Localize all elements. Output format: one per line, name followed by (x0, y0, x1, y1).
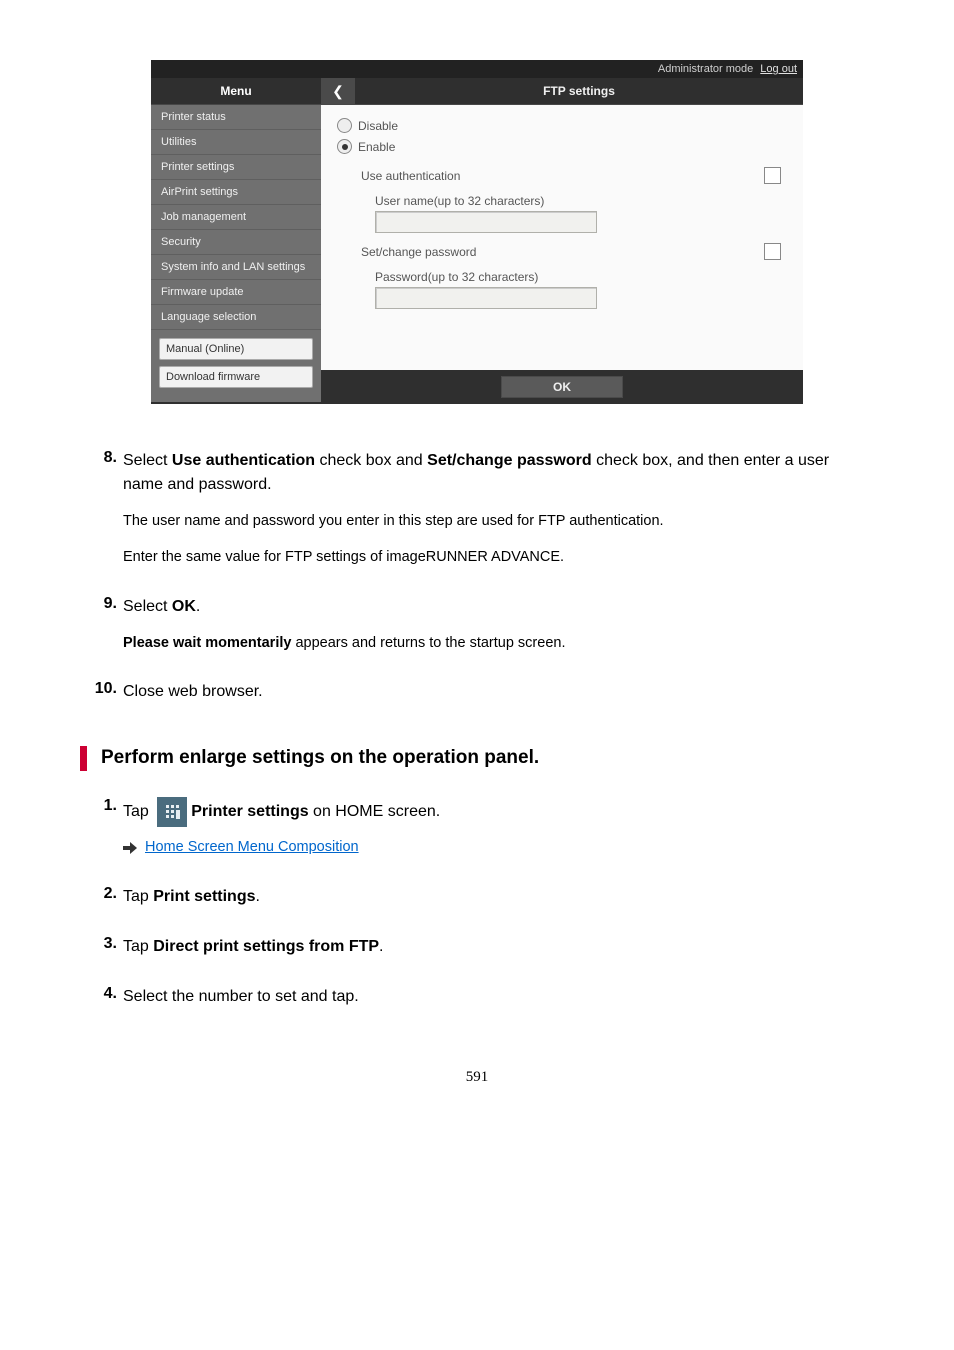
radio-icon (337, 118, 352, 133)
set-change-password-checkbox[interactable] (764, 243, 781, 260)
step-text: Tap Print settings. (123, 885, 869, 909)
step-number: 10. (85, 680, 123, 704)
step-text: Select Use authentication check box and … (123, 452, 829, 493)
remote-ui-screenshot: Administrator mode Log out Menu Printer … (151, 60, 803, 404)
radio-disable[interactable]: Disable (337, 115, 787, 136)
step-8: 8. Select Use authentication check box a… (85, 449, 869, 569)
arrow-icon (123, 842, 137, 854)
step-text: Select the number to set and tap. (123, 985, 869, 1009)
step-text: Close web browser. (123, 680, 869, 704)
radio-label-disable: Disable (358, 119, 398, 133)
section2-step-2: 2. Tap Print settings. (85, 885, 869, 909)
step-subtext-1: The user name and password you enter in … (123, 511, 869, 533)
mode-bar: Administrator mode Log out (151, 60, 803, 78)
step-number: 3. (85, 935, 123, 959)
logout-link[interactable]: Log out (760, 63, 797, 75)
sidebar-item-printer-settings[interactable]: Printer settings (151, 155, 321, 180)
sidebar-header: Menu (151, 78, 321, 105)
section2-step-3: 3. Tap Direct print settings from FTP. (85, 935, 869, 959)
set-change-password-label: Set/change password (361, 245, 476, 259)
user-name-input[interactable] (375, 211, 597, 233)
step-9: 9. Select OK. Please wait momentarily ap… (85, 595, 869, 655)
step-subtext: Please wait momentarily appears and retu… (123, 633, 869, 655)
step-number: 8. (85, 449, 123, 569)
panel-title: FTP settings (355, 78, 803, 105)
step-number: 2. (85, 885, 123, 909)
home-screen-link[interactable]: Home Screen Menu Composition (145, 837, 359, 859)
sidebar-item-printer-status[interactable]: Printer status (151, 105, 321, 130)
printer-settings-icon (157, 797, 187, 827)
step-text: Select OK. (123, 598, 200, 615)
sidebar-item-system-info[interactable]: System info and LAN settings (151, 255, 321, 280)
step-number: 9. (85, 595, 123, 655)
step-number: 1. (85, 797, 123, 859)
section2-step-1: 1. Tap Printer settings on HOME screen. … (85, 797, 869, 859)
back-chevron-icon[interactable]: ❮ (321, 78, 355, 105)
mode-label: Administrator mode (658, 63, 753, 75)
password-input[interactable] (375, 287, 597, 309)
sidebar-item-airprint-settings[interactable]: AirPrint settings (151, 180, 321, 205)
sidebar-item-firmware-update[interactable]: Firmware update (151, 280, 321, 305)
download-firmware-button[interactable]: Download firmware (159, 366, 313, 388)
user-name-label: User name(up to 32 characters) (375, 194, 775, 208)
manual-online-button[interactable]: Manual (Online) (159, 338, 313, 360)
sidebar-item-job-management[interactable]: Job management (151, 205, 321, 230)
use-authentication-checkbox[interactable] (764, 167, 781, 184)
section-heading: Perform enlarge settings on the operatio… (80, 746, 869, 771)
step-text: Tap Printer settings on HOME screen. (123, 803, 440, 820)
password-label: Password(up to 32 characters) (375, 270, 775, 284)
sidebar-item-utilities[interactable]: Utilities (151, 130, 321, 155)
radio-enable[interactable]: Enable (337, 136, 787, 157)
step-subtext-2: Enter the same value for FTP settings of… (123, 547, 869, 569)
step-number: 4. (85, 985, 123, 1009)
step-text: Tap Direct print settings from FTP. (123, 935, 869, 959)
section2-step-4: 4. Select the number to set and tap. (85, 985, 869, 1009)
step-10: 10. Close web browser. (85, 680, 869, 704)
sidebar-item-language-selection[interactable]: Language selection (151, 305, 321, 330)
use-authentication-label: Use authentication (361, 169, 460, 183)
radio-label-enable: Enable (358, 140, 395, 154)
sidebar-item-security[interactable]: Security (151, 230, 321, 255)
page-number: 591 (85, 1069, 869, 1086)
ok-button[interactable]: OK (501, 376, 623, 398)
radio-icon (337, 139, 352, 154)
sidebar: Menu Printer status Utilities Printer se… (151, 78, 321, 404)
